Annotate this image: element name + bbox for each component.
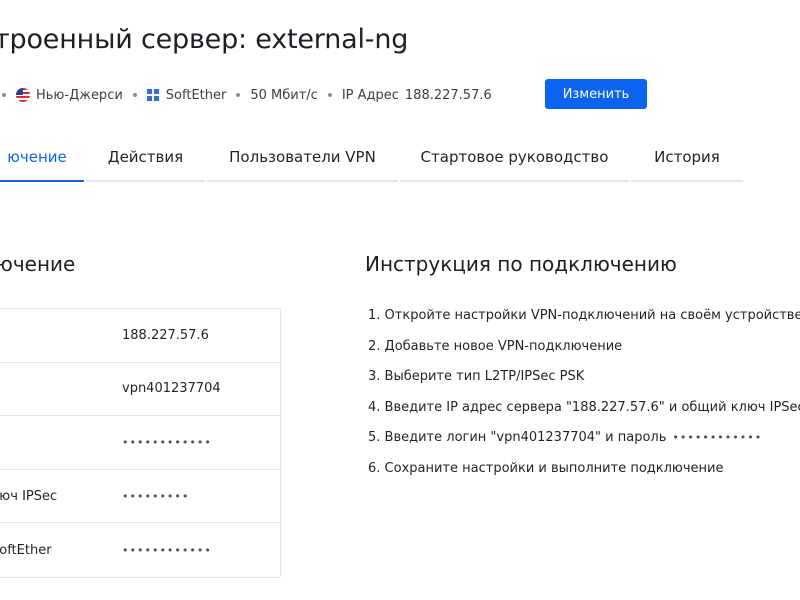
tab-label: Пользователи VPN — [229, 148, 376, 166]
table-row: SoftEther •••••••••••• — [0, 523, 280, 577]
server-meta-bar: Нью-Джерси SoftEther 50 Мбит/с IP Адрес … — [0, 80, 492, 110]
instruction-step: 6. Сохраните настройки и выполните подкл… — [368, 457, 800, 488]
instruction-step: 1. Откройте настройки VPN-подключений на… — [368, 304, 800, 335]
connection-section-title: ючение — [0, 252, 76, 276]
step-text: 2. Добавьте новое VPN-подключение — [368, 338, 623, 354]
instructions-list: 1. Откройте настройки VPN-подключений на… — [368, 304, 800, 487]
separator-dot — [327, 93, 332, 97]
ip-value: 188.227.57.6 — [404, 87, 492, 103]
step-text: 1. Откройте настройки VPN-подключений на… — [368, 308, 800, 323]
row-value: vpn401237704 — [122, 381, 221, 397]
tab-connection[interactable]: ючение — [0, 134, 84, 182]
step-text: 3. Выберите тип L2TP/IPSec PSK — [368, 369, 585, 384]
row-value: 188.227.57.6 — [122, 327, 209, 343]
step-masked-value: •••••••••••• — [672, 431, 763, 444]
tab-vpn-users[interactable]: Пользователи VPN — [207, 134, 398, 182]
tab-label: ючение — [7, 148, 67, 166]
server-details-page: троенный сервер: external-ng Нью-Джерси — [0, 0, 800, 600]
table-row: с 188.227.57.6 — [0, 309, 280, 363]
page-title: троенный сервер: external-ng — [0, 24, 409, 55]
password-value-masked: •••••••••••• — [122, 435, 212, 449]
instruction-step: 4. Введите IP адрес сервера "188.227.57.… — [368, 396, 800, 427]
softether-password-masked: •••••••••••• — [122, 543, 212, 557]
separator-dot — [2, 93, 6, 97]
table-row: vpn401237704 — [0, 363, 280, 417]
step-text: 6. Сохраните настройки и выполните подкл… — [368, 460, 724, 476]
tab-getting-started[interactable]: Стартовое руководство — [400, 134, 629, 182]
softether-grid-icon — [146, 89, 159, 101]
separator-dot — [132, 93, 137, 97]
edit-button[interactable]: Изменить — [545, 79, 647, 109]
row-key: SoftEther — [0, 542, 52, 558]
server-location: Нью-Джерси — [36, 87, 123, 103]
tab-label: История — [654, 148, 720, 166]
separator-dot — [236, 93, 241, 97]
instruction-step: 3. Выберите тип L2TP/IPSec PSK — [368, 365, 800, 396]
tab-actions[interactable]: Действия — [86, 134, 205, 182]
ip-label: IP Адрес — [341, 87, 399, 103]
server-protocol: SoftEther — [165, 87, 227, 103]
step-text: 5. Введите логин "vpn401237704" и пароль — [368, 430, 667, 445]
row-key: люч IPSec — [0, 488, 58, 504]
ipsec-key-masked: ••••••••• — [122, 489, 190, 503]
tab-label: Действия — [107, 148, 184, 166]
connection-info-table: с 188.227.57.6 vpn401237704 ••••••••••••… — [0, 308, 281, 578]
instructions-section-title: Инструкция по подключению — [365, 252, 677, 276]
instruction-step: 2. Добавьте новое VPN-подключение — [368, 335, 800, 366]
step-text: 4. Введите IP адрес сервера "188.227.57.… — [368, 399, 800, 415]
table-row: люч IPSec ••••••••• — [0, 470, 280, 524]
instruction-step: 5. Введите логин "vpn401237704" и пароль… — [368, 426, 800, 457]
us-flag-icon — [16, 88, 30, 102]
tab-history[interactable]: История — [631, 134, 743, 182]
table-row: •••••••••••• — [0, 416, 280, 470]
tab-bar: ючение Действия Пользователи VPN Стартов… — [0, 134, 800, 182]
tab-label: Стартовое руководство — [420, 148, 609, 166]
server-speed: 50 Мбит/с — [250, 87, 318, 103]
